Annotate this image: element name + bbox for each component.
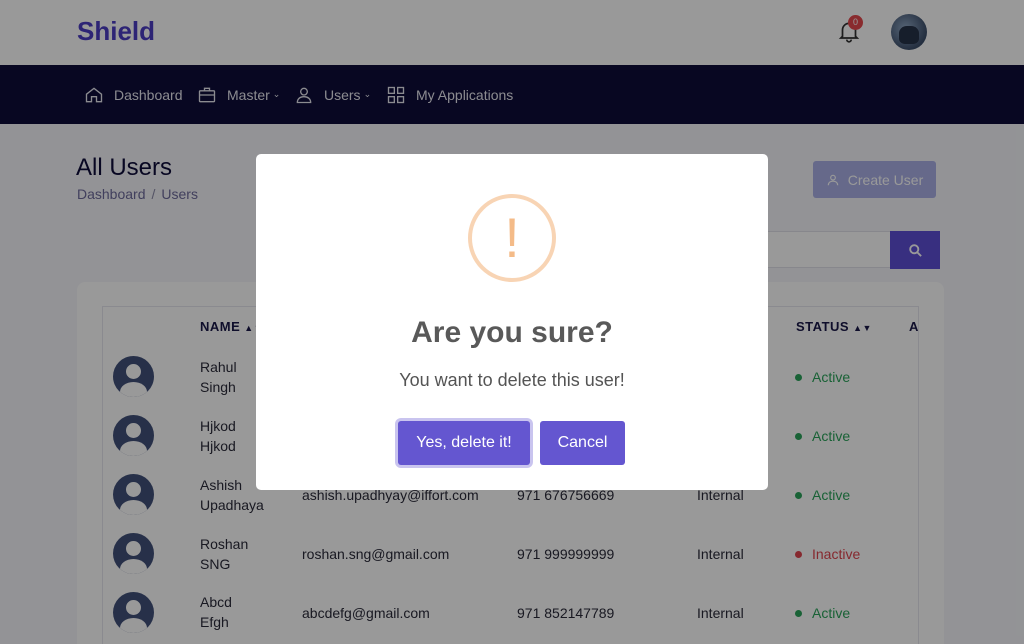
dialog-title: Are you sure? bbox=[411, 316, 613, 349]
confirm-delete-dialog: ! Are you sure? You want to delete this … bbox=[256, 154, 768, 490]
cancel-button[interactable]: Cancel bbox=[540, 421, 625, 465]
warning-mark: ! bbox=[504, 206, 520, 269]
confirm-delete-button[interactable]: Yes, delete it! bbox=[398, 421, 530, 465]
warning-icon: ! bbox=[468, 194, 556, 282]
dialog-message: You want to delete this user! bbox=[399, 370, 625, 390]
